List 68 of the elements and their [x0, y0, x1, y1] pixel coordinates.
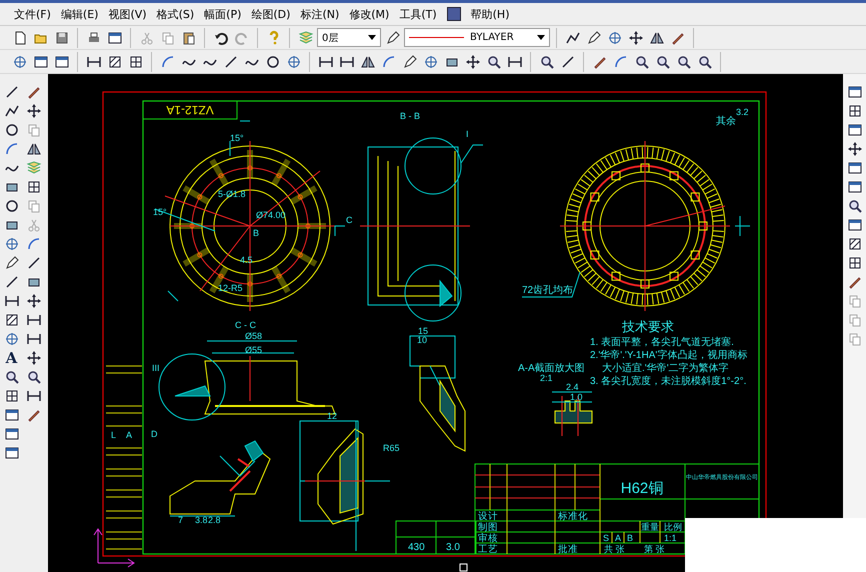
dimension-label: 3.8 [195, 515, 208, 525]
title-block-label: 标准化 [558, 511, 588, 522]
dimension-label: C - C [235, 320, 256, 330]
dimension-label: R65 [383, 443, 400, 453]
dimension-label: 其余 [716, 116, 736, 127]
title-block-label: 批准 [558, 544, 578, 555]
title-block-label: 共 张 [604, 544, 625, 554]
menu-item[interactable]: 帮助(H) [466, 4, 514, 24]
caret-icon [537, 35, 545, 40]
detail-aa-drawing [552, 392, 592, 436]
menu-item[interactable]: 文件(F) [10, 4, 55, 24]
dimension-label: 10 [417, 335, 428, 345]
requirement-line: 大小适宜.'华帝'二字为繁体字 [602, 363, 729, 374]
menu-item[interactable]: 修改(M) [345, 4, 394, 24]
dimension-label: 2.4 [566, 382, 579, 392]
linetype-dropdown[interactable]: BYLAYER [404, 28, 550, 47]
dimension-label: 7 [178, 515, 184, 525]
dimension-label: 15° [230, 133, 244, 143]
stage-mark: A [615, 533, 622, 543]
scale-value: 1:1 [664, 533, 677, 543]
dimension-label: Ø55 [245, 345, 262, 355]
line-sample [409, 37, 464, 38]
menu-item[interactable]: 格式(S) [152, 4, 198, 24]
title-block-label: 重量 [641, 522, 659, 532]
spec-value: 3.0 [446, 542, 460, 553]
title-block-label: 工艺 [478, 544, 498, 555]
dimension-label: D [151, 429, 158, 439]
title-block-label: 审核 [478, 533, 498, 544]
dimension-label: B [253, 228, 260, 238]
drawing-canvas[interactable] [48, 74, 843, 572]
stage-mark: B [627, 533, 634, 543]
title-block-label: 比例 [664, 522, 682, 532]
caret-icon [368, 35, 376, 40]
title-block-label: 制图 [478, 522, 498, 533]
menu-item[interactable]: 绘图(D) [247, 4, 294, 24]
menu-item[interactable]: 幅面(P) [200, 4, 246, 24]
menu-item[interactable]: 编辑(E) [56, 4, 102, 24]
layer-dropdown[interactable]: 0层 [317, 28, 381, 47]
dimension-label: III [152, 363, 160, 373]
dimension-label: B - B [400, 111, 420, 121]
dimension-label: 1.0 [570, 392, 583, 402]
menu-item[interactable]: 标注(N) [296, 4, 344, 24]
dimension-label: C [346, 215, 352, 225]
dimension-label: 2:1 [540, 373, 553, 383]
dimension-label: 15 [418, 326, 428, 336]
material-label: H62铜 [620, 480, 664, 497]
stage-mark: S [603, 533, 610, 543]
dimension-label: 72齿孔均布 [522, 285, 574, 296]
spec-value: 430 [408, 542, 425, 553]
dimension-label: I [466, 129, 469, 139]
requirements-title: 技术要求 [622, 319, 674, 334]
grip-square [460, 564, 468, 572]
dimension-label: 12-R5 [218, 283, 243, 293]
dimension-label: Ø58 [245, 331, 262, 341]
title-block-label: 设计 [478, 511, 498, 522]
ucs-icon [94, 528, 135, 568]
menu-item[interactable]: 工具(T) [395, 4, 441, 24]
dimension-label: L [111, 430, 116, 440]
requirement-line: 3. 各尖孔宽度，未注脱模斜度1°-2°. [590, 376, 746, 387]
dimension-label: 3.2 [736, 107, 749, 117]
requirement-line: 1. 表面平整，各尖孔气道无堵塞. [590, 337, 734, 348]
part-number: VZ12-1A [166, 103, 214, 117]
menu-item[interactable]: 视图(V) [104, 4, 151, 24]
title-block-label: 第 张 [644, 544, 665, 554]
dimension-label: 2.8 [208, 515, 221, 525]
dimension-label: A-A截面放大图 [518, 363, 585, 374]
requirement-line: 2.'华帝'.'Y-1HA'字体凸起，视用商标 [590, 350, 748, 361]
dimension-label: A [126, 430, 132, 440]
